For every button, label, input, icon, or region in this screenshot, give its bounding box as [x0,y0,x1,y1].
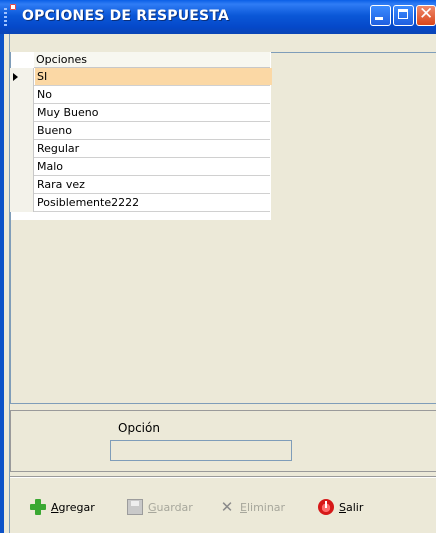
salir-label: Salir [339,500,364,514]
row-cell-opcion[interactable]: Regular [35,140,272,157]
maximize-icon [398,9,408,19]
table-row[interactable]: No [10,86,270,104]
table-row[interactable]: Regular [10,140,270,158]
table-row[interactable]: Bueno [10,122,270,140]
column-header-opciones[interactable]: Opciones [34,52,270,68]
agregar-label: Agregar [51,500,95,514]
toolbar: Agregar Guardar ✕ Eliminar Salir [0,492,436,522]
close-icon: ✕ [419,4,434,24]
delete-icon: ✕ [220,498,234,516]
opcion-label: Opción [118,421,160,435]
minimize-icon [375,17,383,20]
guardar-label: Guardar [148,500,193,514]
row-cell-opcion[interactable]: No [35,86,272,103]
row-selector[interactable] [10,104,34,122]
row-selector[interactable] [10,158,34,176]
guardar-button[interactable]: Guardar [127,492,193,522]
add-icon [30,499,46,515]
close-button[interactable]: ✕ [416,4,436,26]
table-row[interactable]: SI [10,68,272,86]
table-row[interactable]: Rara vez [10,176,270,194]
table-row[interactable]: Malo [10,158,270,176]
row-selector[interactable] [10,176,34,194]
row-cell-opcion[interactable]: Malo [35,158,272,175]
salir-button[interactable]: Salir [318,492,363,522]
minimize-button[interactable] [370,5,391,26]
eliminar-label: Eliminar [240,500,286,514]
window-title: OPCIONES DE RESPUESTA [22,8,230,24]
exit-icon [318,499,334,515]
save-icon [127,499,143,515]
agregar-button[interactable]: Agregar [30,492,95,522]
opcion-field[interactable] [110,440,292,461]
row-cell-opcion[interactable]: SI [35,68,272,85]
row-cell-opcion[interactable]: Posiblemente2222 [35,194,272,211]
toolbar-separator [10,476,436,478]
row-selector[interactable] [10,194,34,212]
table-row[interactable]: Posiblemente2222 [10,194,270,212]
grid-rows: SI No Muy Bueno Bueno Regular Malo Rara vez Pos… [10,68,272,212]
row-cell-opcion[interactable]: Bueno [35,122,272,139]
row-selector[interactable] [10,140,34,158]
column-header-label: Opciones [36,53,87,66]
window-icon[interactable] [10,4,16,10]
row-selector[interactable] [10,122,34,140]
eliminar-button[interactable]: ✕ Eliminar [219,492,285,522]
window-border [0,34,4,533]
maximize-button[interactable] [393,5,414,26]
table-row[interactable]: Muy Bueno [10,104,270,122]
row-selector[interactable] [10,86,34,104]
current-row-arrow-icon [13,73,18,81]
row-cell-opcion[interactable]: Muy Bueno [35,104,272,121]
row-cell-opcion[interactable]: Rara vez [35,176,272,193]
grip-icon [4,8,7,26]
title-bar[interactable]: OPCIONES DE RESPUESTA ✕ [0,0,436,34]
row-selector[interactable] [10,68,34,86]
